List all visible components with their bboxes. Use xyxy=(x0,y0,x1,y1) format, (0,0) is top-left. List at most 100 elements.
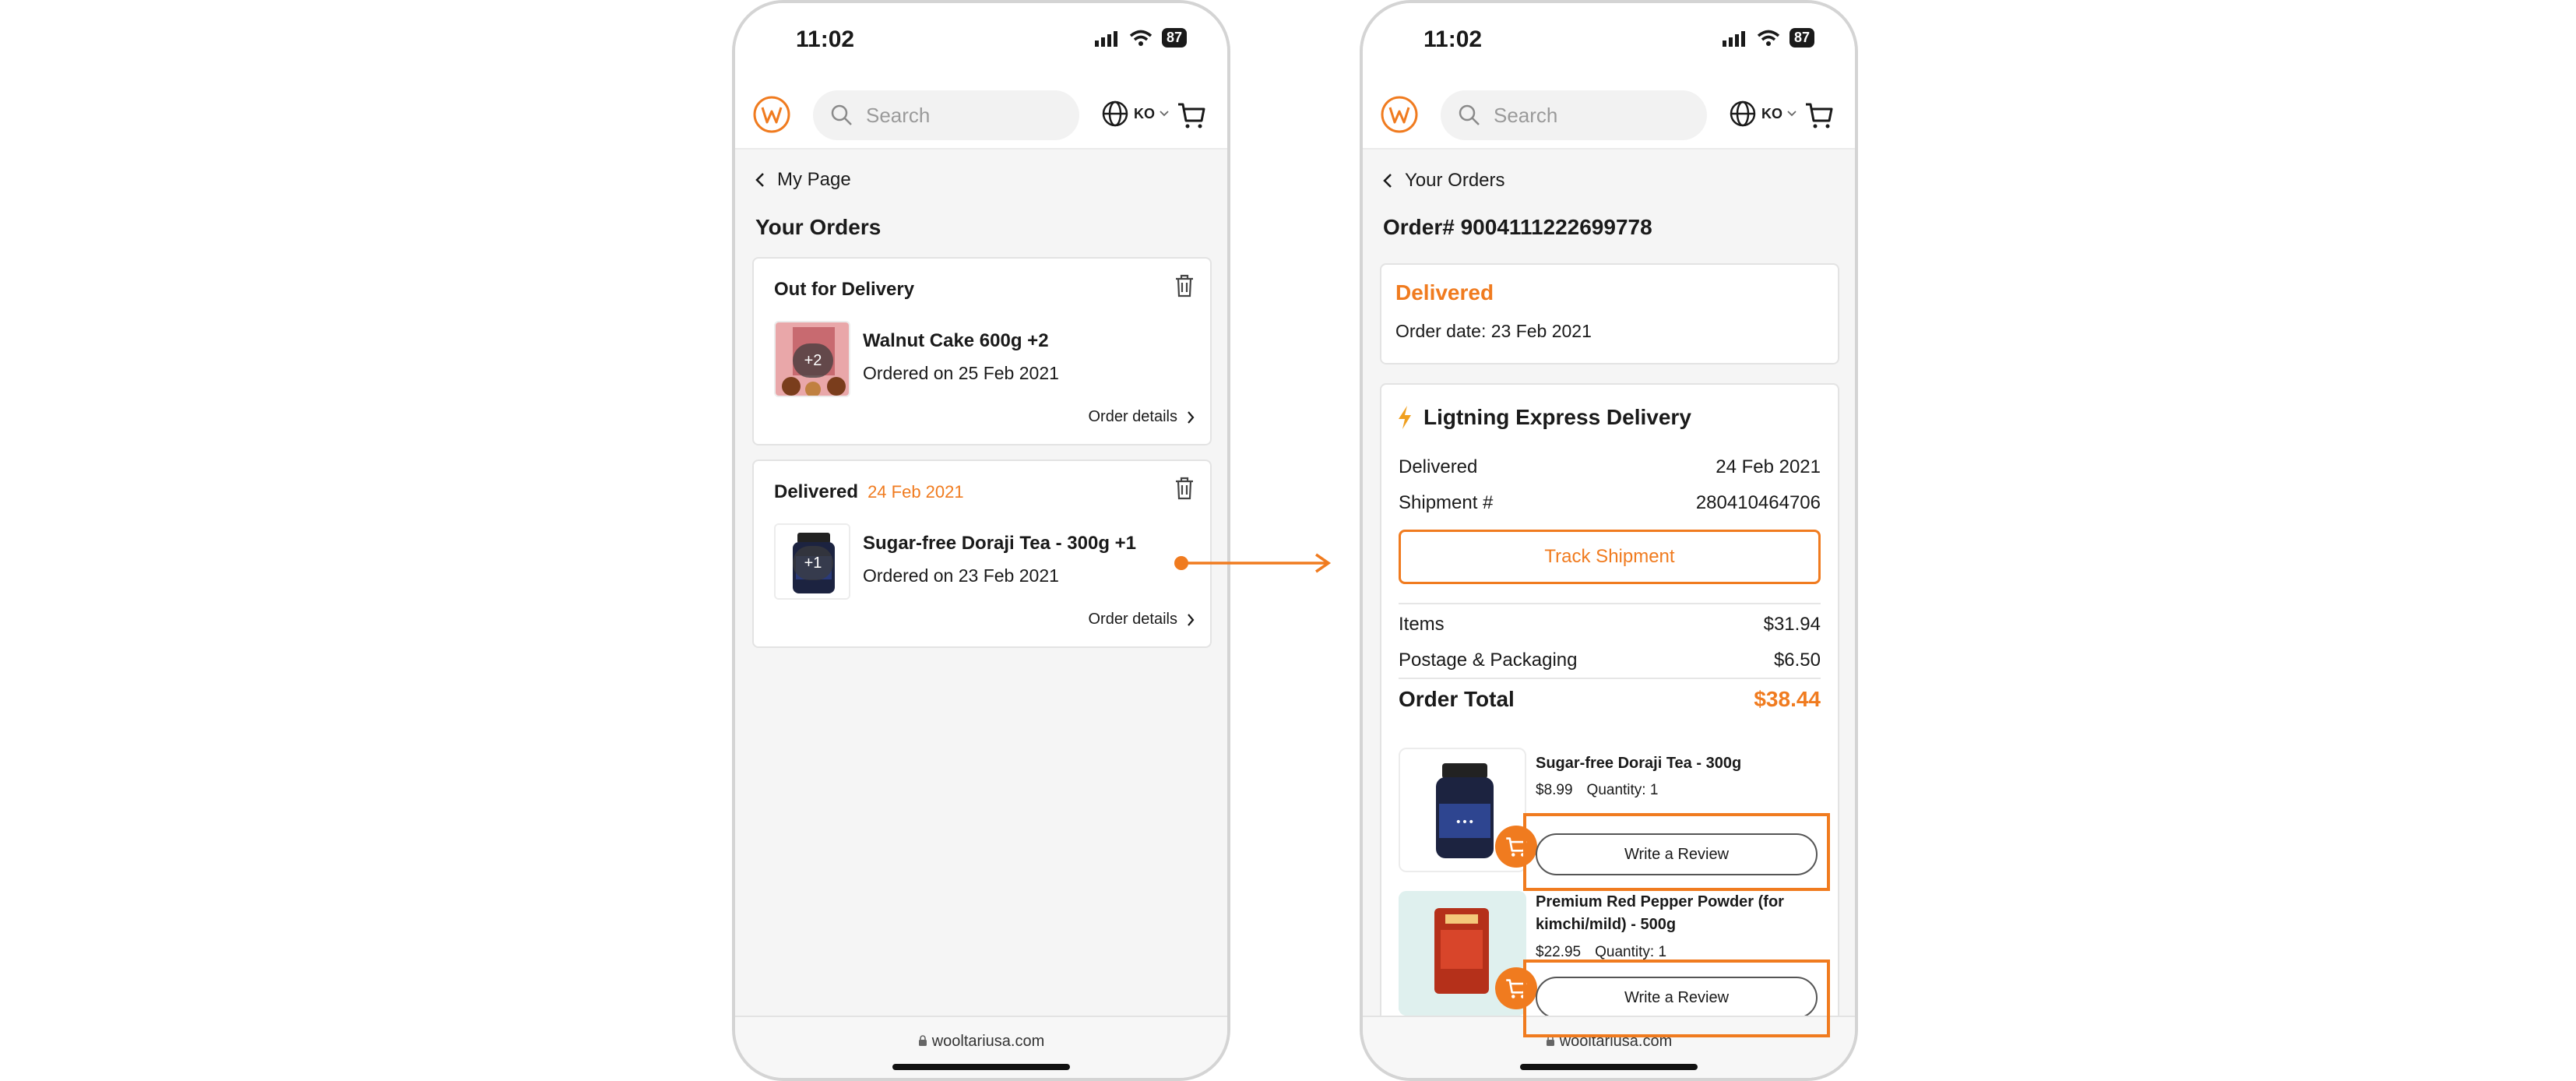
trash-icon[interactable] xyxy=(1174,274,1195,298)
status-time: 11:02 xyxy=(796,26,855,52)
order-status: Out for Delivery xyxy=(774,279,915,300)
logo-icon[interactable] xyxy=(1380,95,1419,134)
item-name: Sugar-free Doraji Tea - 300g +1 xyxy=(863,533,1137,554)
search-placeholder: Search xyxy=(1494,103,1558,127)
order-date: Order date: 23 Feb 2021 xyxy=(1395,321,1592,341)
battery-indicator: 87 xyxy=(1161,28,1187,48)
chevron-down-icon xyxy=(1787,111,1797,117)
product-price: $8.99 xyxy=(1536,782,1573,798)
language-label: KO xyxy=(1134,105,1155,121)
site-header: Search KO xyxy=(735,81,1227,150)
globe-icon xyxy=(1102,100,1128,127)
language-selector[interactable]: KO xyxy=(1101,100,1169,128)
site-header: Search KO xyxy=(1363,81,1855,150)
trash-icon[interactable] xyxy=(1174,477,1195,500)
logo-icon[interactable] xyxy=(752,95,791,134)
phone-screen-order-detail: 11:02 87 Search KO Your Orders Order# 90… xyxy=(1360,0,1858,1081)
status-icons: 87 xyxy=(1722,28,1814,48)
product-name: Premium Red Pepper Powder (for kimchi/mi… xyxy=(1536,893,1784,933)
url-display: wooltariusa.com xyxy=(735,1033,1227,1051)
lightning-icon xyxy=(1399,406,1411,429)
globe-icon xyxy=(1730,100,1756,127)
order-number: Order# 9004111222699778 xyxy=(1383,215,1652,239)
cart-icon[interactable] xyxy=(1804,100,1835,131)
search-input[interactable]: Search xyxy=(813,90,1079,140)
chevron-left-icon xyxy=(755,173,764,187)
order-card: Out for Delivery +2 Walnut Cake 600g +2 … xyxy=(752,257,1212,445)
shipment-number: 280410464706 xyxy=(1695,492,1821,513)
delivered-date: 24 Feb 2021 xyxy=(867,482,964,502)
arrow-right-icon xyxy=(1174,553,1332,573)
order-details-link[interactable]: Order details xyxy=(1089,611,1195,629)
items-value: $31.94 xyxy=(1763,614,1821,635)
browser-url-bar[interactable]: wooltariusa.com xyxy=(735,1016,1227,1078)
total-value: $38.44 xyxy=(1754,687,1821,711)
lock-icon xyxy=(918,1035,927,1046)
search-icon xyxy=(1459,104,1480,125)
delivered-row: Delivered 24 Feb 2021 xyxy=(1399,456,1821,478)
page-title: Your Orders xyxy=(755,215,882,239)
order-details-label: Order details xyxy=(1088,611,1178,628)
home-indicator xyxy=(1520,1064,1698,1070)
product-meta: $22.95 Quantity: 1 xyxy=(1536,944,1680,961)
total-label: Order Total xyxy=(1399,687,1515,711)
track-shipment-button[interactable]: Track Shipment xyxy=(1399,530,1821,584)
phone-screen-orders-list: 11:02 87 Search KO My Page Your Orders O… xyxy=(732,0,1230,1081)
order-total-row: Order Total $38.44 xyxy=(1399,687,1821,712)
chevron-right-icon xyxy=(1188,410,1195,424)
items-label: Items xyxy=(1399,614,1445,635)
status-time: 11:02 xyxy=(1423,26,1483,52)
search-placeholder: Search xyxy=(866,103,931,127)
language-selector[interactable]: KO xyxy=(1729,100,1797,128)
ordered-date: Ordered on 23 Feb 2021 xyxy=(863,565,1059,586)
order-card: Delivered 24 Feb 2021 +1 Sugar-free Doraj… xyxy=(752,460,1212,648)
status-icons: 87 xyxy=(1094,28,1187,48)
more-items-badge: +1 xyxy=(793,546,833,580)
back-link[interactable]: Your Orders xyxy=(1383,170,1505,192)
back-label: My Page xyxy=(777,169,851,190)
item-name: Walnut Cake 600g +2 xyxy=(863,330,1049,351)
wifi-icon xyxy=(1757,30,1780,46)
cart-icon[interactable] xyxy=(1176,100,1207,131)
signal-icon xyxy=(1722,30,1745,47)
back-label: Your Orders xyxy=(1405,170,1505,191)
status-bar: 11:02 87 xyxy=(735,3,1227,81)
order-details-label: Order details xyxy=(1088,408,1178,425)
battery-indicator: 87 xyxy=(1789,28,1814,48)
language-label: KO xyxy=(1761,105,1782,121)
product-quantity: Quantity: 1 xyxy=(1586,782,1659,798)
shipment-number-row: Shipment # 280410464706 xyxy=(1399,492,1821,514)
svg-text:•••: ••• xyxy=(1455,816,1475,829)
divider xyxy=(1399,603,1821,604)
postage-row: Postage & Packaging $6.50 xyxy=(1399,650,1821,671)
wifi-icon xyxy=(1129,30,1153,46)
divider xyxy=(1399,678,1821,679)
signal-icon xyxy=(1094,30,1117,47)
order-details-link[interactable]: Order details xyxy=(1089,408,1195,426)
order-status: Delivered xyxy=(1395,280,1494,305)
review-highlight-box xyxy=(1523,813,1830,891)
product-thumbnail[interactable]: +2 xyxy=(774,321,850,397)
more-items-badge: +2 xyxy=(793,343,833,378)
shipment-label: Shipment # xyxy=(1399,492,1494,513)
review-highlight-box xyxy=(1523,960,1830,1037)
postage-label: Postage & Packaging xyxy=(1399,650,1578,671)
postage-value: $6.50 xyxy=(1773,650,1821,671)
chevron-down-icon xyxy=(1160,111,1169,117)
order-status-card: Delivered Order date: 23 Feb 2021 xyxy=(1380,263,1839,364)
product-thumbnail[interactable]: +1 xyxy=(774,523,850,600)
chevron-right-icon xyxy=(1188,613,1195,626)
product-name: Sugar-free Doraji Tea - 300g xyxy=(1536,755,1742,772)
status-bar: 11:02 87 xyxy=(1363,3,1855,81)
order-status: Delivered 24 Feb 2021 xyxy=(774,481,964,502)
ordered-date: Ordered on 25 Feb 2021 xyxy=(863,363,1059,383)
product-meta: $8.99 Quantity: 1 xyxy=(1536,782,1672,799)
product-quantity: Quantity: 1 xyxy=(1595,944,1667,960)
delivered-label: Delivered xyxy=(1399,456,1478,477)
product-price: $22.95 xyxy=(1536,944,1582,960)
back-link[interactable]: My Page xyxy=(755,169,851,191)
search-input[interactable]: Search xyxy=(1441,90,1707,140)
home-indicator xyxy=(892,1064,1070,1070)
chevron-left-icon xyxy=(1383,174,1392,188)
delivered-date: 24 Feb 2021 xyxy=(1716,456,1821,477)
